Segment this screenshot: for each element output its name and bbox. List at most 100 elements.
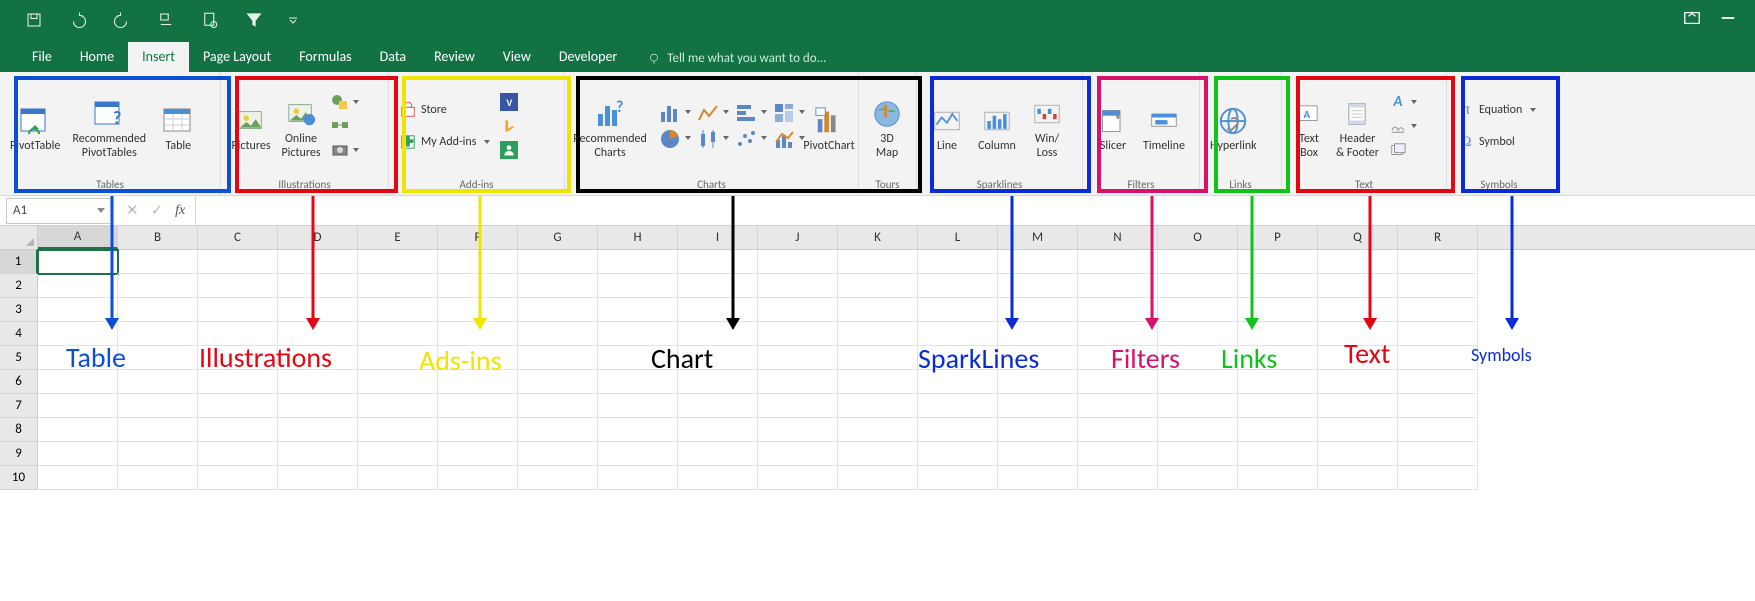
hyperlink-button[interactable]: Hyperlink xyxy=(1206,98,1261,154)
cell-Q6[interactable] xyxy=(1318,370,1398,394)
cell-G9[interactable] xyxy=(518,442,598,466)
cell-L2[interactable] xyxy=(918,274,998,298)
tab-file[interactable]: File xyxy=(18,42,66,72)
cell-R2[interactable] xyxy=(1398,274,1478,298)
cell-B10[interactable] xyxy=(118,466,198,490)
cell-O2[interactable] xyxy=(1158,274,1238,298)
3d-map-button[interactable]: 3D Map xyxy=(865,91,909,161)
cell-B1[interactable] xyxy=(118,250,198,274)
cell-L8[interactable] xyxy=(918,418,998,442)
cell-L3[interactable] xyxy=(918,298,998,322)
cell-Q9[interactable] xyxy=(1318,442,1398,466)
cell-H8[interactable] xyxy=(598,418,678,442)
tab-view[interactable]: View xyxy=(489,42,545,72)
column-header-J[interactable]: J xyxy=(758,226,838,249)
cell-P10[interactable] xyxy=(1238,466,1318,490)
cell-M8[interactable] xyxy=(998,418,1078,442)
cell-J2[interactable] xyxy=(758,274,838,298)
row-header-5[interactable]: 5 xyxy=(0,346,38,370)
column-header-O[interactable]: O xyxy=(1158,226,1238,249)
recommended-charts-button[interactable]: ? Recommended Charts xyxy=(571,91,649,161)
people-addin-button[interactable] xyxy=(500,141,518,159)
cell-P7[interactable] xyxy=(1238,394,1318,418)
cell-K7[interactable] xyxy=(838,394,918,418)
cell-B6[interactable] xyxy=(118,370,198,394)
cell-I3[interactable] xyxy=(678,298,758,322)
cell-K2[interactable] xyxy=(838,274,918,298)
cell-J1[interactable] xyxy=(758,250,838,274)
tab-developer[interactable]: Developer xyxy=(545,42,631,72)
column-header-C[interactable]: C xyxy=(198,226,278,249)
column-header-G[interactable]: G xyxy=(518,226,598,249)
cell-M10[interactable] xyxy=(998,466,1078,490)
cell-R1[interactable] xyxy=(1398,250,1478,274)
statistic-chart-icon[interactable] xyxy=(695,127,721,151)
visio-addin-button[interactable]: V xyxy=(500,93,518,111)
textbox-button[interactable]: A Text Box xyxy=(1288,91,1330,161)
shapes-button[interactable] xyxy=(331,93,359,111)
tab-data[interactable]: Data xyxy=(366,42,420,72)
cell-E3[interactable] xyxy=(358,298,438,322)
cell-N7[interactable] xyxy=(1078,394,1158,418)
enter-formula-icon[interactable]: ✓ xyxy=(151,201,164,220)
cell-O10[interactable] xyxy=(1158,466,1238,490)
cell-J4[interactable] xyxy=(758,322,838,346)
cell-I7[interactable] xyxy=(678,394,758,418)
cell-E1[interactable] xyxy=(358,250,438,274)
pie-chart-icon[interactable] xyxy=(657,127,683,151)
cell-O9[interactable] xyxy=(1158,442,1238,466)
cell-C7[interactable] xyxy=(198,394,278,418)
cell-L7[interactable] xyxy=(918,394,998,418)
recommended-pivottables-button[interactable]: ? Recommended PivotTables xyxy=(66,91,152,161)
cell-I1[interactable] xyxy=(678,250,758,274)
cell-E8[interactable] xyxy=(358,418,438,442)
cell-G5[interactable] xyxy=(518,346,598,370)
smartart-button[interactable] xyxy=(331,117,359,135)
cell-R6[interactable] xyxy=(1398,370,1478,394)
cell-B3[interactable] xyxy=(118,298,198,322)
cell-E7[interactable] xyxy=(358,394,438,418)
cell-Q2[interactable] xyxy=(1318,274,1398,298)
row-header-6[interactable]: 6 xyxy=(0,370,38,394)
cell-Q3[interactable] xyxy=(1318,298,1398,322)
cell-G6[interactable] xyxy=(518,370,598,394)
cell-A9[interactable] xyxy=(38,442,118,466)
column-header-B[interactable]: B xyxy=(118,226,198,249)
row-header-9[interactable]: 9 xyxy=(0,442,38,466)
cell-K6[interactable] xyxy=(838,370,918,394)
cell-E2[interactable] xyxy=(358,274,438,298)
cell-A10[interactable] xyxy=(38,466,118,490)
name-box[interactable]: A1 xyxy=(6,198,112,224)
cell-F7[interactable] xyxy=(438,394,518,418)
cell-R9[interactable] xyxy=(1398,442,1478,466)
cell-K4[interactable] xyxy=(838,322,918,346)
save-icon[interactable] xyxy=(22,8,46,32)
pivotchart-button[interactable]: PivotChart xyxy=(805,98,853,154)
sparkline-line-button[interactable]: Line xyxy=(923,98,971,154)
undo-icon[interactable] xyxy=(66,8,90,32)
cell-K1[interactable] xyxy=(838,250,918,274)
cell-Q10[interactable] xyxy=(1318,466,1398,490)
cell-H7[interactable] xyxy=(598,394,678,418)
cell-P8[interactable] xyxy=(1238,418,1318,442)
row-header-8[interactable]: 8 xyxy=(0,418,38,442)
pictures-button[interactable]: Pictures xyxy=(227,98,275,154)
redo-icon[interactable] xyxy=(110,8,134,32)
column-header-K[interactable]: K xyxy=(838,226,918,249)
cell-G10[interactable] xyxy=(518,466,598,490)
bar-chart-icon[interactable] xyxy=(733,101,759,125)
cell-C2[interactable] xyxy=(198,274,278,298)
cell-C8[interactable] xyxy=(198,418,278,442)
cell-K9[interactable] xyxy=(838,442,918,466)
cell-D8[interactable] xyxy=(278,418,358,442)
timeline-button[interactable]: Timeline xyxy=(1139,98,1189,154)
cell-J5[interactable] xyxy=(758,346,838,370)
screenshot-button[interactable] xyxy=(331,141,359,159)
column-header-Q[interactable]: Q xyxy=(1318,226,1398,249)
slicer-button[interactable]: Slicer xyxy=(1089,98,1137,154)
online-pictures-button[interactable]: Online Pictures xyxy=(277,91,325,161)
cell-R3[interactable] xyxy=(1398,298,1478,322)
cell-L9[interactable] xyxy=(918,442,998,466)
cell-I10[interactable] xyxy=(678,466,758,490)
cell-F9[interactable] xyxy=(438,442,518,466)
